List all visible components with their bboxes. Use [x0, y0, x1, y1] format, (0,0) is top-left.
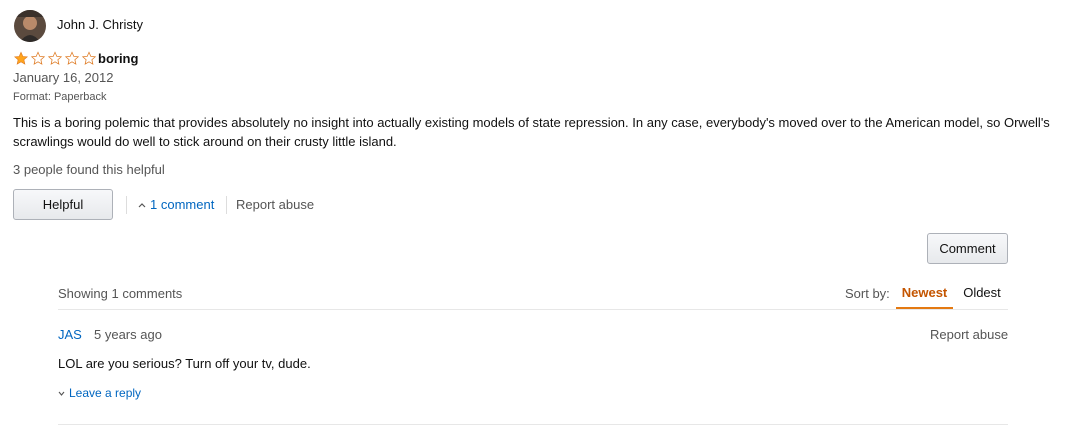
- star-empty-icon: [47, 51, 63, 65]
- review-format: Format: Paperback: [13, 91, 107, 103]
- sort-oldest-tab[interactable]: Oldest: [957, 279, 1007, 309]
- divider: [58, 424, 1008, 425]
- comment-time: 5 years ago: [94, 327, 162, 342]
- comment-button[interactable]: Comment: [927, 233, 1008, 264]
- showing-comments-count: Showing 1 comments: [58, 286, 183, 301]
- divider: [226, 196, 227, 214]
- star-empty-icon: [81, 51, 97, 65]
- comments-toggle-label: 1 comment: [150, 197, 215, 212]
- helpful-button[interactable]: Helpful: [13, 189, 113, 220]
- review-title[interactable]: boring: [98, 51, 138, 66]
- divider: [126, 196, 127, 214]
- divider: [58, 309, 1008, 310]
- sort-newest-tab[interactable]: Newest: [896, 279, 953, 309]
- chevron-down-icon: [58, 391, 65, 396]
- sort-label: Sort by:: [845, 286, 890, 301]
- comment-author[interactable]: JAS: [58, 327, 82, 342]
- comments-toggle[interactable]: 1 comment: [138, 197, 214, 212]
- helpful-count: 3 people found this helpful: [13, 162, 165, 177]
- review-date: January 16, 2012: [13, 70, 114, 85]
- star-empty-icon: [30, 51, 46, 65]
- leave-reply-link[interactable]: Leave a reply: [58, 386, 141, 400]
- star-empty-icon: [64, 51, 80, 65]
- comment-body: LOL are you serious? Turn off your tv, d…: [58, 356, 311, 371]
- star-rating[interactable]: [13, 51, 97, 66]
- review-body: This is a boring polemic that provides a…: [13, 115, 1050, 149]
- comment-report-abuse-link[interactable]: Report abuse: [930, 327, 1008, 342]
- star-filled-icon: [13, 51, 29, 65]
- chevron-up-icon: [138, 202, 146, 207]
- avatar[interactable]: [14, 10, 46, 42]
- reviewer-name[interactable]: John J. Christy: [57, 17, 143, 32]
- report-abuse-link[interactable]: Report abuse: [236, 197, 314, 212]
- leave-reply-label: Leave a reply: [69, 386, 142, 400]
